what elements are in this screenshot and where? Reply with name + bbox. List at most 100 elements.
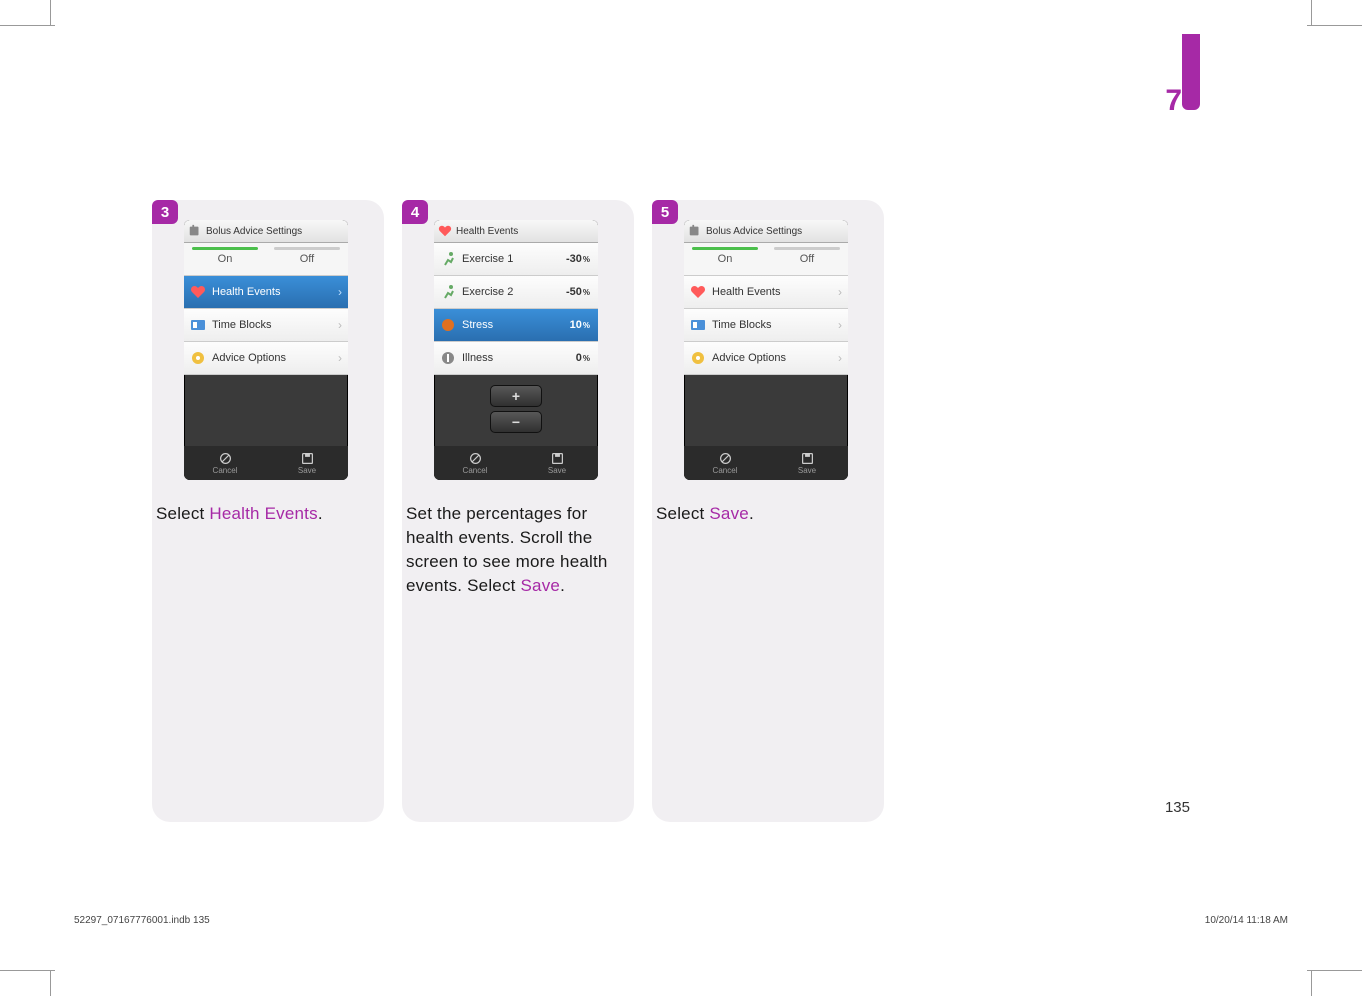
crop-mark: [1307, 970, 1362, 971]
chevron-right-icon: ›: [338, 351, 342, 365]
chevron-right-icon: ›: [338, 318, 342, 332]
chevron-right-icon: ›: [338, 285, 342, 299]
exercise-icon: [440, 251, 456, 267]
row-illness[interactable]: Illness 0%: [434, 342, 598, 375]
toggle-on[interactable]: On: [184, 253, 266, 265]
row-label: Advice Options: [212, 352, 286, 364]
row-time-blocks[interactable]: Time Blocks ›: [184, 309, 348, 342]
caption-highlight: Save: [709, 504, 749, 523]
exercise-icon: [440, 284, 456, 300]
row-label: Health Events: [712, 286, 780, 298]
row-stress[interactable]: Stress 10%: [434, 309, 598, 342]
row-advice-options[interactable]: Advice Options ›: [184, 342, 348, 375]
heart-icon: [190, 284, 206, 300]
row-label: Health Events: [212, 286, 280, 298]
row-exercise-1[interactable]: Exercise 1 -30%: [434, 243, 598, 276]
save-label: Save: [548, 466, 566, 475]
crop-mark: [0, 970, 55, 971]
page-number: 135: [1165, 799, 1190, 816]
toggle-off[interactable]: Off: [766, 253, 848, 265]
row-health-events[interactable]: Health Events ›: [684, 276, 848, 309]
step-badge: 4: [402, 200, 428, 224]
row-value: -50%: [566, 286, 592, 298]
crop-mark: [1311, 970, 1312, 996]
caption-highlight: Health Events: [209, 504, 317, 523]
options-icon: [190, 350, 206, 366]
stepper: + −: [490, 385, 542, 433]
on-off-toggle[interactable]: On Off: [684, 243, 848, 276]
caption-text: Select: [656, 504, 709, 523]
minus-button[interactable]: −: [490, 411, 542, 433]
save-button[interactable]: Save: [766, 446, 848, 480]
step-cards: 3 Bolus Advice Settings On Off Health Ev…: [152, 200, 884, 822]
options-icon: [690, 350, 706, 366]
on-off-toggle[interactable]: On Off: [184, 243, 348, 276]
settings-icon: [188, 224, 202, 238]
row-label: Time Blocks: [712, 319, 772, 331]
caption-text: Select: [156, 504, 209, 523]
row-label: Stress: [462, 319, 493, 331]
slug-right: 10/20/14 11:18 AM: [1205, 915, 1288, 926]
screen-title: Bolus Advice Settings: [206, 226, 302, 237]
screen-footer: Cancel Save: [684, 446, 848, 480]
cancel-label: Cancel: [213, 466, 238, 475]
device-screen: Bolus Advice Settings On Off Health Even…: [184, 220, 348, 480]
crop-mark: [50, 970, 51, 996]
row-label: Exercise 1: [462, 253, 513, 265]
chapter-tab: [1182, 34, 1200, 110]
step-caption: Select Health Events.: [152, 502, 392, 526]
slug-left: 52297_07167776001.indb 135: [74, 915, 210, 926]
heart-icon: [690, 284, 706, 300]
screen-title: Bolus Advice Settings: [706, 226, 802, 237]
step-card-3: 3 Bolus Advice Settings On Off Health Ev…: [152, 200, 384, 822]
chapter-number: 7: [1165, 84, 1182, 118]
chevron-right-icon: ›: [838, 318, 842, 332]
screen-footer: Cancel Save: [184, 446, 348, 480]
row-label: Advice Options: [712, 352, 786, 364]
step-badge: 5: [652, 200, 678, 224]
row-health-events[interactable]: Health Events ›: [184, 276, 348, 309]
plus-button[interactable]: +: [490, 385, 542, 407]
illness-icon: [440, 350, 456, 366]
step-card-5: 5 Bolus Advice Settings On Off Health Ev…: [652, 200, 884, 822]
cancel-button[interactable]: Cancel: [434, 446, 516, 480]
chevron-right-icon: ›: [838, 285, 842, 299]
caption-text: Set the percentages for health events. S…: [406, 504, 608, 595]
settings-icon: [688, 224, 702, 238]
crop-mark: [1311, 0, 1312, 26]
screen-footer: Cancel Save: [434, 446, 598, 480]
page: { "chapter": "7", "page_number": "135", …: [0, 0, 1362, 996]
screen-title: Health Events: [456, 226, 518, 237]
step-caption: Select Save.: [652, 502, 892, 526]
row-label: Exercise 2: [462, 286, 513, 298]
save-button[interactable]: Save: [516, 446, 598, 480]
crop-mark: [0, 25, 55, 26]
row-label: Illness: [462, 352, 493, 364]
save-button[interactable]: Save: [266, 446, 348, 480]
titlebar: Bolus Advice Settings: [684, 220, 848, 243]
crop-mark: [50, 0, 51, 26]
toggle-on[interactable]: On: [684, 253, 766, 265]
caption-text: .: [749, 504, 754, 523]
row-label: Time Blocks: [212, 319, 272, 331]
row-advice-options[interactable]: Advice Options ›: [684, 342, 848, 375]
toggle-off[interactable]: Off: [266, 253, 348, 265]
clock-icon: [190, 317, 206, 333]
crop-mark: [1307, 25, 1362, 26]
row-time-blocks[interactable]: Time Blocks ›: [684, 309, 848, 342]
stress-icon: [440, 317, 456, 333]
device-screen: Bolus Advice Settings On Off Health Even…: [684, 220, 848, 480]
caption-text: .: [560, 576, 565, 595]
step-caption: Set the percentages for health events. S…: [402, 502, 642, 598]
row-exercise-2[interactable]: Exercise 2 -50%: [434, 276, 598, 309]
titlebar: Health Events: [434, 220, 598, 243]
titlebar: Bolus Advice Settings: [184, 220, 348, 243]
save-label: Save: [298, 466, 316, 475]
cancel-label: Cancel: [713, 466, 738, 475]
step-card-4: 4 Health Events Exercise 1 -30% Exercise…: [402, 200, 634, 822]
cancel-button[interactable]: Cancel: [684, 446, 766, 480]
cancel-button[interactable]: Cancel: [184, 446, 266, 480]
chevron-right-icon: ›: [838, 351, 842, 365]
step-badge: 3: [152, 200, 178, 224]
heart-icon: [438, 224, 452, 238]
